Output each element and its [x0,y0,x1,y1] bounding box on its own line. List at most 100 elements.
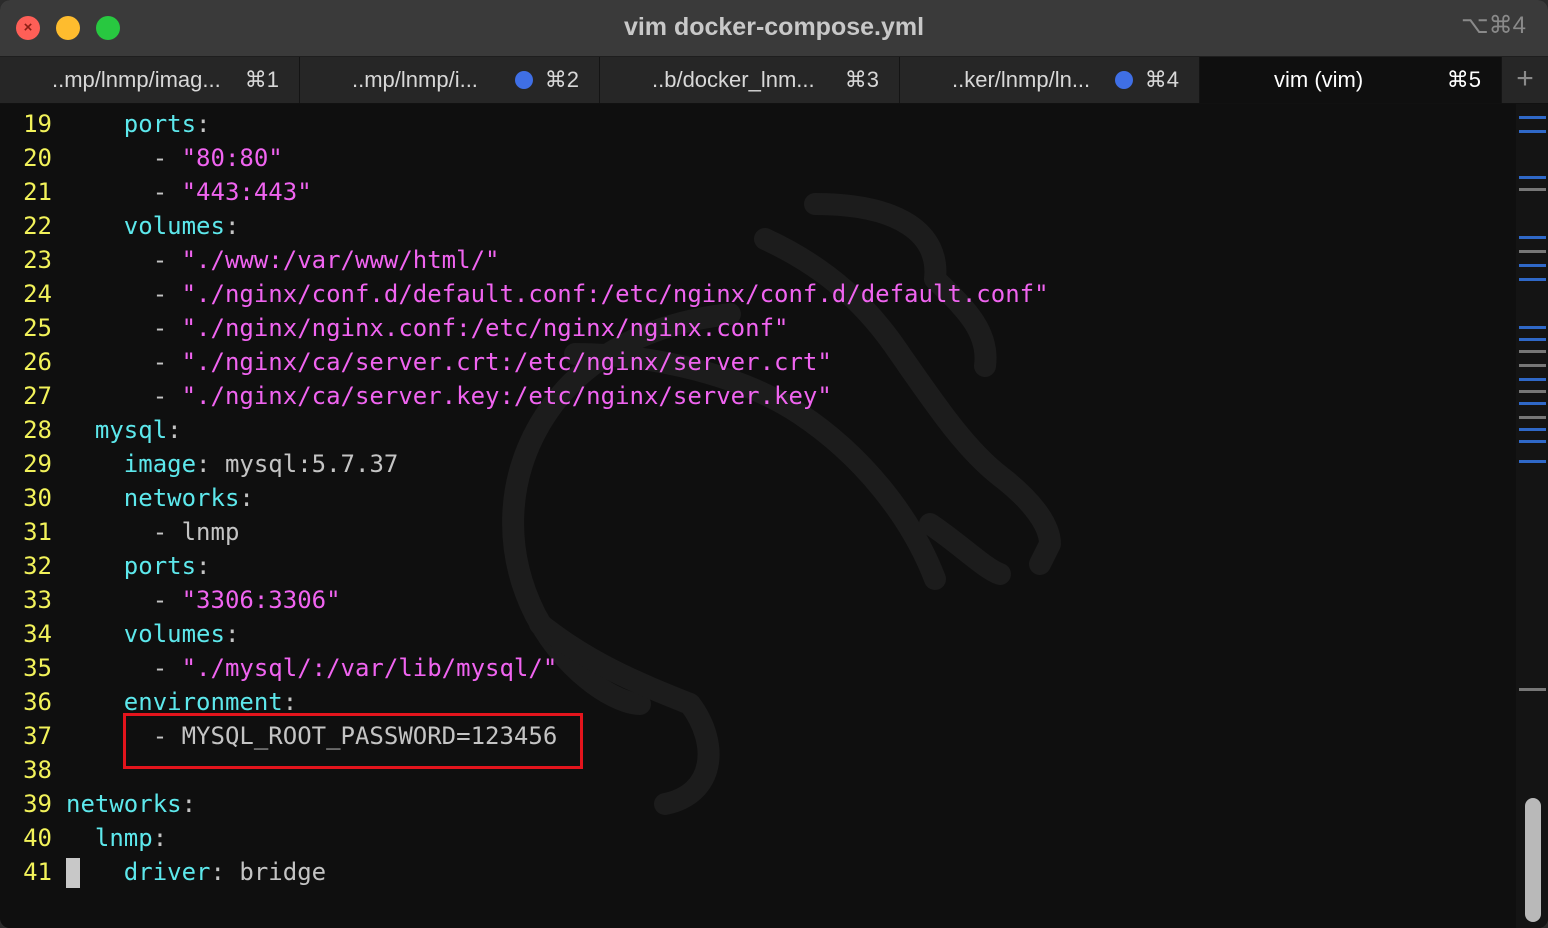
yaml-text: : [181,790,197,818]
yaml-text [66,858,124,886]
yaml-text: - [66,314,182,342]
line-content: - "3306:3306" [66,583,341,617]
scrollbar-thumb[interactable] [1525,798,1541,922]
yaml-key: lnmp [94,824,153,852]
scroll-mark [1519,188,1546,191]
tab-shortcut: ⌘1 [244,67,279,92]
line-content: driver: bridge [66,855,326,889]
scroll-mark [1519,250,1546,253]
line-number: 35 [23,654,52,682]
scroll-mark [1519,264,1546,267]
scroll-mark [1519,116,1546,119]
yaml-text: - [66,246,182,274]
tab-label: ..mp/lnmp/imag... [52,67,221,92]
tab-3[interactable]: ..b/docker_lnm... ⌘3 [600,57,900,103]
yaml-text [66,484,124,512]
activity-dot-icon [1115,71,1133,89]
yaml-text: : [196,110,211,138]
line-content: - "80:80" [66,141,283,175]
scroll-mark [1519,338,1546,341]
scroll-mark [1519,440,1546,443]
line-content: image: mysql:5.7.37 [66,447,399,481]
line-number: 33 [23,586,52,614]
scroll-mark [1519,350,1546,353]
tab-label: ..mp/lnmp/i... [352,67,478,92]
yaml-string: "./www:/var/www/html/" [181,246,500,274]
yaml-key: networks [66,790,182,818]
yaml-key: mysql [94,416,168,444]
yaml-string: "./nginx/ca/server.key:/etc/nginx/server… [181,382,832,410]
line-content: ports: [66,107,211,141]
tab-2[interactable]: ..mp/lnmp/i... ⌘2 [300,57,600,103]
yaml-text: : [196,552,211,580]
tab-shortcut: ⌘2 [544,67,579,92]
line-number: 40 [23,824,52,852]
line-content: - "443:443" [66,175,312,209]
yaml-text: : [224,620,240,648]
scroll-mark [1519,278,1546,281]
yaml-text [66,552,124,580]
yaml-key: image [123,450,197,478]
yaml-text: : [224,212,240,240]
title-bar: × vim docker-compose.yml ⌥⌘4 [0,0,1548,57]
line-content: - "./www:/var/www/html/" [66,243,500,277]
scroll-mark [1519,326,1546,329]
tab-1[interactable]: ..mp/lnmp/imag... ⌘1 [0,57,300,103]
line-number: 21 [23,178,52,206]
line-number: 30 [23,484,52,512]
new-tab-button[interactable]: + [1502,57,1548,103]
line-number: 36 [23,688,52,716]
yaml-text: - [66,654,182,682]
yaml-key: volumes [123,620,225,648]
yaml-key: networks [123,484,240,512]
line-number: 22 [23,212,52,240]
window-title: vim docker-compose.yml [623,13,925,41]
yaml-text [66,212,124,240]
yaml-text [66,824,95,852]
line-number: 23 [23,246,52,274]
yaml-text: - lnmp [66,518,240,546]
tab-label: ..ker/lnmp/ln... [952,67,1091,92]
scroll-mark [1519,390,1546,393]
scroll-mark [1519,688,1546,691]
yaml-key: ports [123,552,197,580]
line-content: - "./mysql/:/var/lib/mysql/" [66,651,558,685]
line-content: lnmp: [66,821,167,855]
vim-editor[interactable]: 19 ports: 20 - "80:80" 21 - "443:443" 22… [0,104,1548,928]
line-number: 38 [23,756,52,784]
yaml-text: - [66,382,182,410]
yaml-text [66,450,124,478]
line-number: 27 [23,382,52,410]
yaml-string: "443:443" [181,178,312,206]
tab-5[interactable]: vim (vim) ⌘5 [1200,57,1502,103]
yaml-key: environment [123,688,283,716]
line-number: 39 [23,790,52,818]
scroll-mark [1519,130,1546,133]
tab-4[interactable]: ..ker/lnmp/ln... ⌘4 [900,57,1200,103]
line-number: 24 [23,280,52,308]
line-number: 25 [23,314,52,342]
line-number: 28 [23,416,52,444]
line-number: 34 [23,620,52,648]
line-number: 20 [23,144,52,172]
line-content: - lnmp [66,515,240,549]
yaml-text: : [239,484,254,512]
yaml-text: : [167,416,182,444]
line-content: - "./nginx/ca/server.crt:/etc/nginx/serv… [66,345,832,379]
terminal-window: × vim docker-compose.yml ⌥⌘4 ..mp/lnmp/i… [0,0,1548,928]
line-content: volumes: [66,617,240,651]
tab-shortcut: ⌘3 [844,67,879,92]
yaml-string: "3306:3306" [181,586,341,614]
scroll-mark [1519,416,1546,419]
yaml-text: - [66,144,182,172]
yaml-string: "./nginx/conf.d/default.conf:/etc/nginx/… [181,280,1049,308]
tab-bar: ..mp/lnmp/imag... ⌘1 ..mp/lnmp/i... ⌘2 .… [0,57,1548,104]
tab-shortcut: ⌘5 [1446,67,1481,92]
line-number: 19 [23,110,52,138]
yaml-text: - [66,586,182,614]
yaml-text [66,688,124,716]
line-content: volumes: [66,209,240,243]
yaml-text: - [66,280,182,308]
yaml-text: : [152,824,168,852]
yaml-text: - [66,178,182,206]
